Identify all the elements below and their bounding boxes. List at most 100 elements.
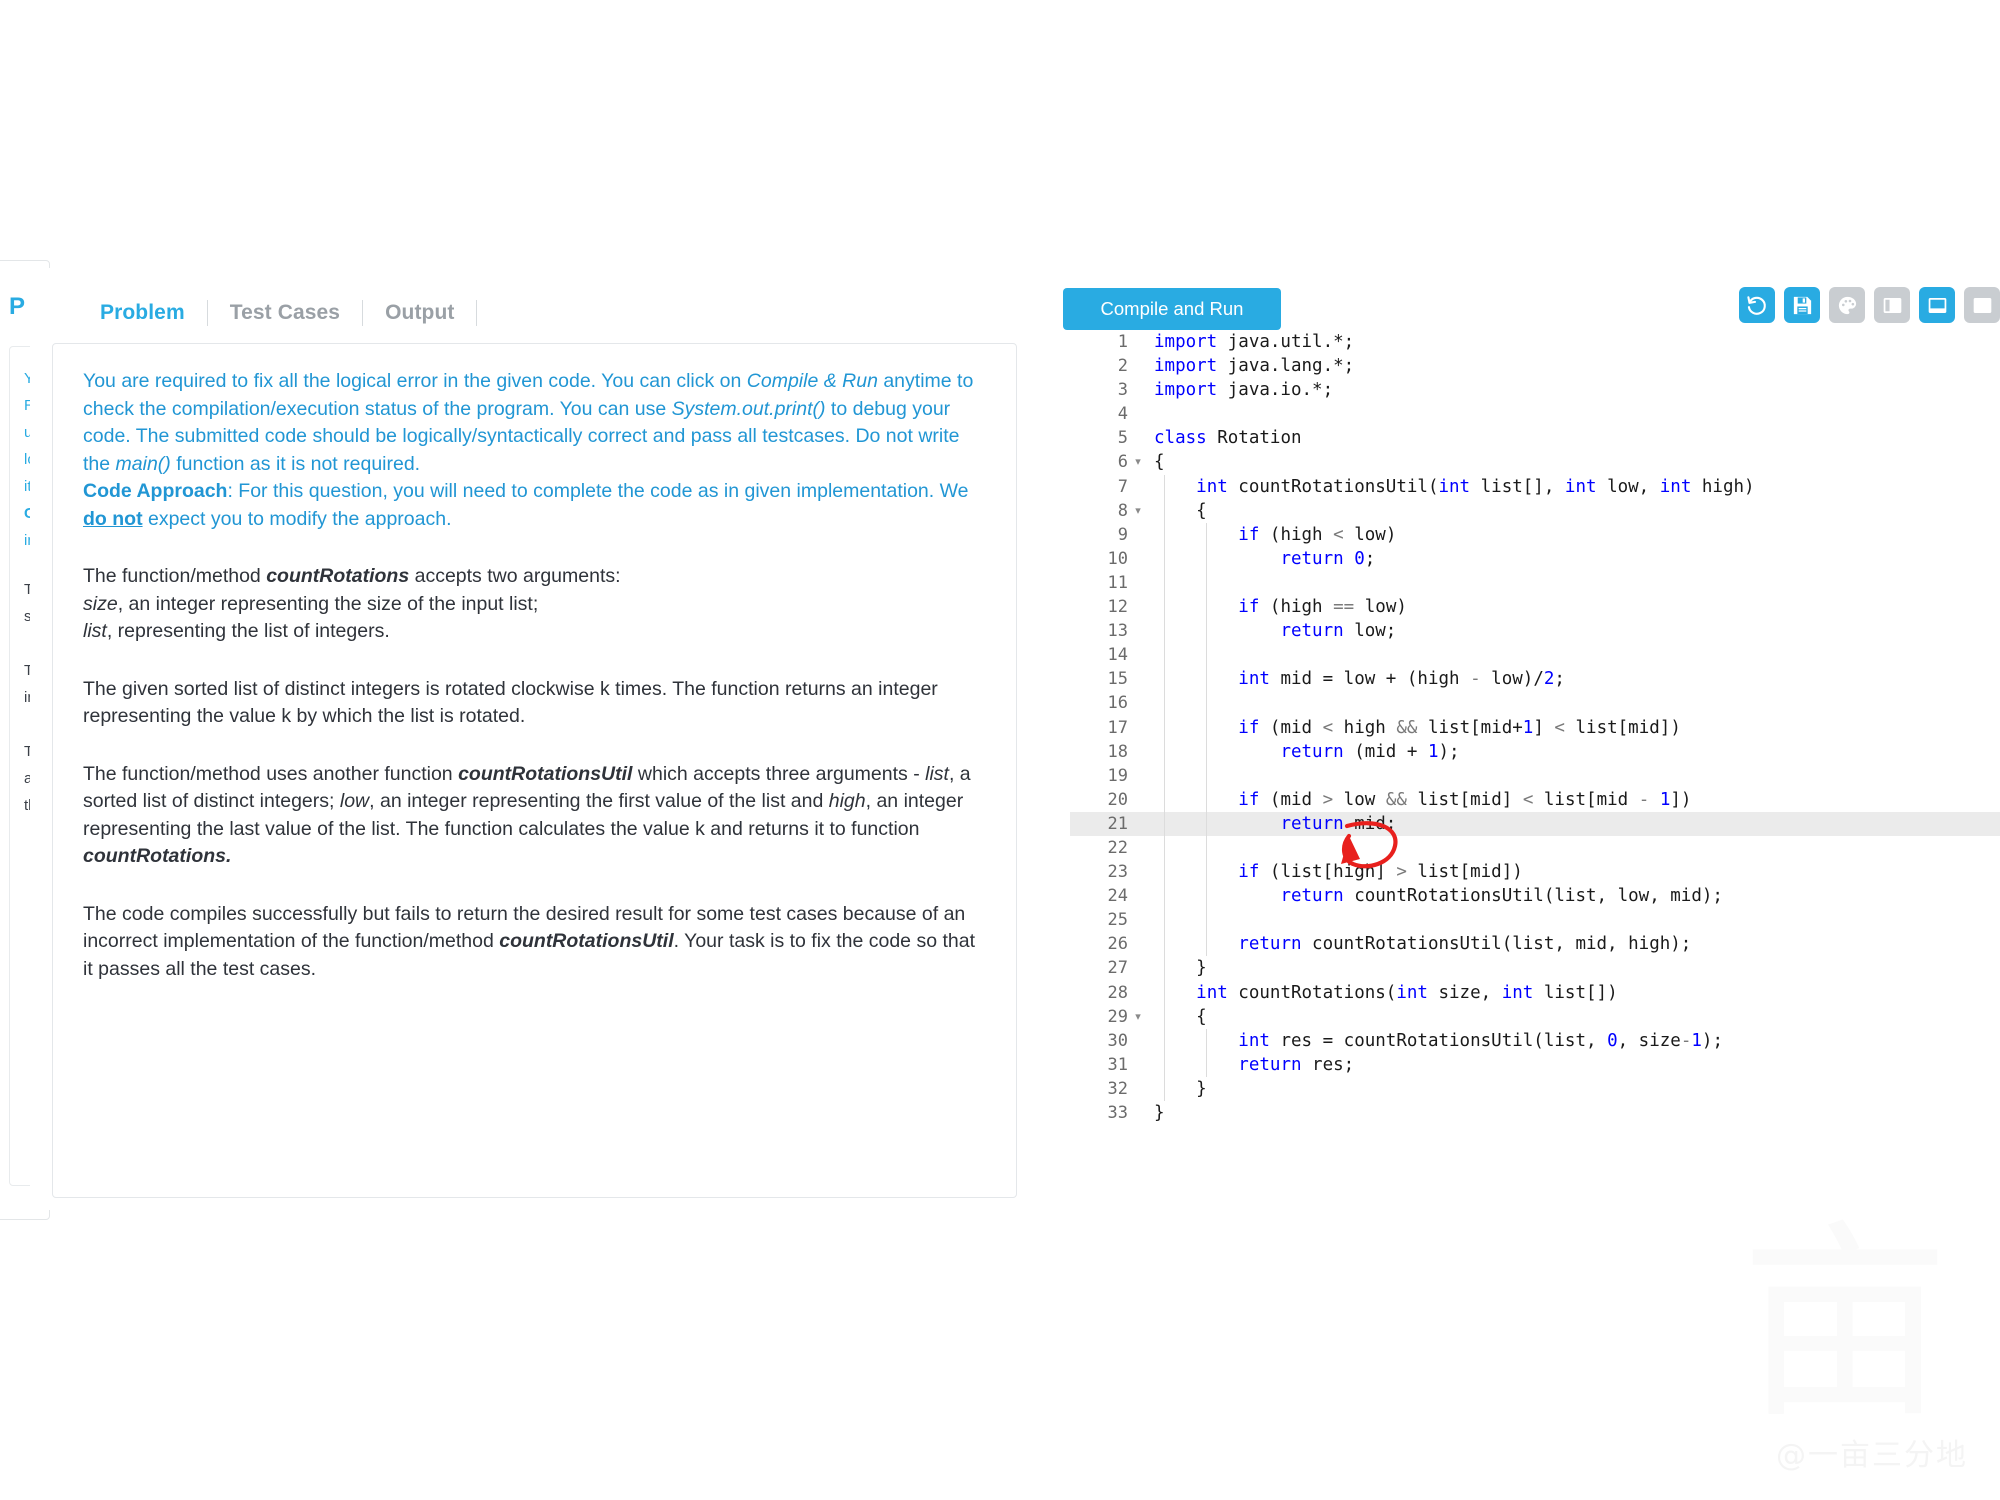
code-text: int countRotations(int size, int list[]) xyxy=(1196,982,1618,1003)
tab-problem[interactable]: Problem xyxy=(70,301,207,325)
code-line[interactable]: 17 if (mid < high && list[mid+1] < list[… xyxy=(1070,715,2000,740)
code-line[interactable]: 21 return mid; xyxy=(1070,811,2000,836)
code-line[interactable]: 14 xyxy=(1070,643,2000,668)
line-number: 20 xyxy=(1107,789,1128,810)
split-horizontal-layout-icon[interactable] xyxy=(1919,287,1955,323)
code-text: if (high == low) xyxy=(1238,597,1407,618)
problem-instructions: You are required to fix all the logical … xyxy=(83,370,974,530)
indent-guide xyxy=(1206,570,1208,596)
code-line[interactable]: 15 int mid = low + (high - low)/2; xyxy=(1070,667,2000,692)
line-number: 29 xyxy=(1107,1006,1128,1027)
watermark-handle: @一亩三分地 xyxy=(1776,1438,1968,1473)
line-number: 13 xyxy=(1107,621,1128,642)
code-line[interactable]: 29 ▾ { xyxy=(1070,1004,2000,1029)
code-text: } xyxy=(1154,1078,1207,1099)
problem-pane: Problem Test Cases Output You are requir… xyxy=(30,268,1020,1210)
code-line[interactable]: 10 return 0; xyxy=(1070,546,2000,571)
tab-test-cases[interactable]: Test Cases xyxy=(208,301,362,325)
code-line[interactable]: 33} xyxy=(1070,1101,2000,1125)
problem-tabs: Problem Test Cases Output xyxy=(70,296,478,330)
watermark: 亩 @一亩三分地 xyxy=(1660,1212,1990,1492)
line-number: 19 xyxy=(1107,765,1128,786)
line-number: 14 xyxy=(1107,645,1128,666)
line-number: 25 xyxy=(1107,910,1128,931)
code-line[interactable]: 18 return (mid + 1); xyxy=(1070,739,2000,764)
code-text: return res; xyxy=(1238,1054,1355,1075)
tab-output[interactable]: Output xyxy=(363,301,476,325)
code-line[interactable]: 9 if (high < low) xyxy=(1070,522,2000,547)
code-text: return 0; xyxy=(1280,548,1376,569)
code-line[interactable]: 11 xyxy=(1070,570,2000,596)
code-line[interactable]: 30 int res = countRotationsUtil(list, 0,… xyxy=(1070,1028,2000,1053)
line-number: 1 xyxy=(1117,332,1128,352)
line-number: 10 xyxy=(1107,548,1128,569)
split-vertical-layout-icon[interactable] xyxy=(1874,287,1910,323)
fold-toggle-icon[interactable]: ▾ xyxy=(1132,499,1144,523)
code-line[interactable]: 1 import java.util.*; xyxy=(1070,330,2000,354)
code-line[interactable]: 2 import java.lang.*; xyxy=(1070,354,2000,378)
line-number: 9 xyxy=(1117,524,1128,545)
code-text: return (mid + 1); xyxy=(1280,741,1460,762)
line-number: 24 xyxy=(1107,886,1128,907)
code-text: import java.util.*; xyxy=(1154,332,1355,352)
code-line[interactable]: 32 } xyxy=(1070,1076,2000,1101)
code-line[interactable]: 31 return res; xyxy=(1070,1052,2000,1077)
code-line[interactable]: 7 int countRotationsUtil(int list[], int… xyxy=(1070,474,2000,499)
reset-icon[interactable] xyxy=(1739,287,1775,323)
code-line[interactable]: 12 if (high == low) xyxy=(1070,595,2000,620)
code-line[interactable]: 4 xyxy=(1070,402,2000,426)
line-number: 23 xyxy=(1107,862,1128,883)
line-number: 6 xyxy=(1117,452,1128,473)
code-editor[interactable]: 1 import java.util.*; 2 import java.lang.*;… xyxy=(1070,330,2000,1200)
code-line[interactable]: 27 } xyxy=(1070,956,2000,981)
code-line[interactable]: 3 import java.io.*; xyxy=(1070,378,2000,402)
code-line[interactable]: 20 if (mid > low && list[mid] < list[mid… xyxy=(1070,787,2000,812)
code-text: } xyxy=(1154,1103,1165,1123)
line-number: 30 xyxy=(1107,1030,1128,1051)
problem-paragraph-3: The function/method uses another functio… xyxy=(83,762,971,868)
line-number: 26 xyxy=(1107,934,1128,955)
line-number: 11 xyxy=(1107,572,1128,593)
line-number: 7 xyxy=(1117,476,1128,497)
code-text: return countRotationsUtil(list, mid, hig… xyxy=(1238,934,1692,955)
indent-guide xyxy=(1206,835,1208,861)
line-number: 32 xyxy=(1107,1078,1128,1099)
code-text: if (high < low) xyxy=(1238,524,1397,545)
code-text: int res = countRotationsUtil(list, 0, si… xyxy=(1238,1030,1723,1051)
code-line[interactable]: 5 class Rotation xyxy=(1070,426,2000,450)
code-line[interactable]: 16 xyxy=(1070,691,2000,716)
line-number: 16 xyxy=(1107,693,1128,714)
save-icon[interactable] xyxy=(1784,287,1820,323)
code-text: int countRotationsUtil(int list[], int l… xyxy=(1196,476,1755,497)
line-number: 8 xyxy=(1117,500,1128,521)
code-text: if (list[high] > list[mid]) xyxy=(1238,862,1523,883)
code-line[interactable]: 8 ▾ { xyxy=(1070,498,2000,523)
code-line[interactable]: 25 xyxy=(1070,908,2000,933)
code-line[interactable]: 13 return low; xyxy=(1070,619,2000,644)
code-line[interactable]: 28 int countRotations(int size, int list… xyxy=(1070,980,2000,1005)
line-number: 2 xyxy=(1117,356,1128,377)
fullscreen-layout-icon[interactable] xyxy=(1964,287,2000,323)
fold-toggle-icon[interactable]: ▾ xyxy=(1132,450,1144,474)
code-line[interactable]: 6 ▾ { xyxy=(1070,450,2000,474)
code-line[interactable]: 23 if (list[high] > list[mid]) xyxy=(1070,860,2000,885)
code-text: { xyxy=(1154,1006,1207,1027)
code-line[interactable]: 22 xyxy=(1070,835,2000,861)
fold-toggle-icon[interactable]: ▾ xyxy=(1132,1005,1144,1029)
code-text: import java.lang.*; xyxy=(1154,356,1355,377)
code-text: } xyxy=(1154,958,1207,979)
compile-and-run-button[interactable]: Compile and Run xyxy=(1063,288,1281,330)
line-number: 5 xyxy=(1117,428,1128,449)
code-line[interactable]: 26 return countRotationsUtil(list, mid, … xyxy=(1070,932,2000,957)
code-line[interactable]: 19 xyxy=(1070,763,2000,788)
line-number: 21 xyxy=(1107,813,1128,834)
problem-description-card: You are required to fix all the logical … xyxy=(52,343,1017,1198)
code-line[interactable]: 24 return countRotationsUtil(list, low, … xyxy=(1070,884,2000,909)
theme-palette-icon[interactable] xyxy=(1829,287,1865,323)
problem-paragraph-4: The code compiles successfully but fails… xyxy=(83,902,975,980)
